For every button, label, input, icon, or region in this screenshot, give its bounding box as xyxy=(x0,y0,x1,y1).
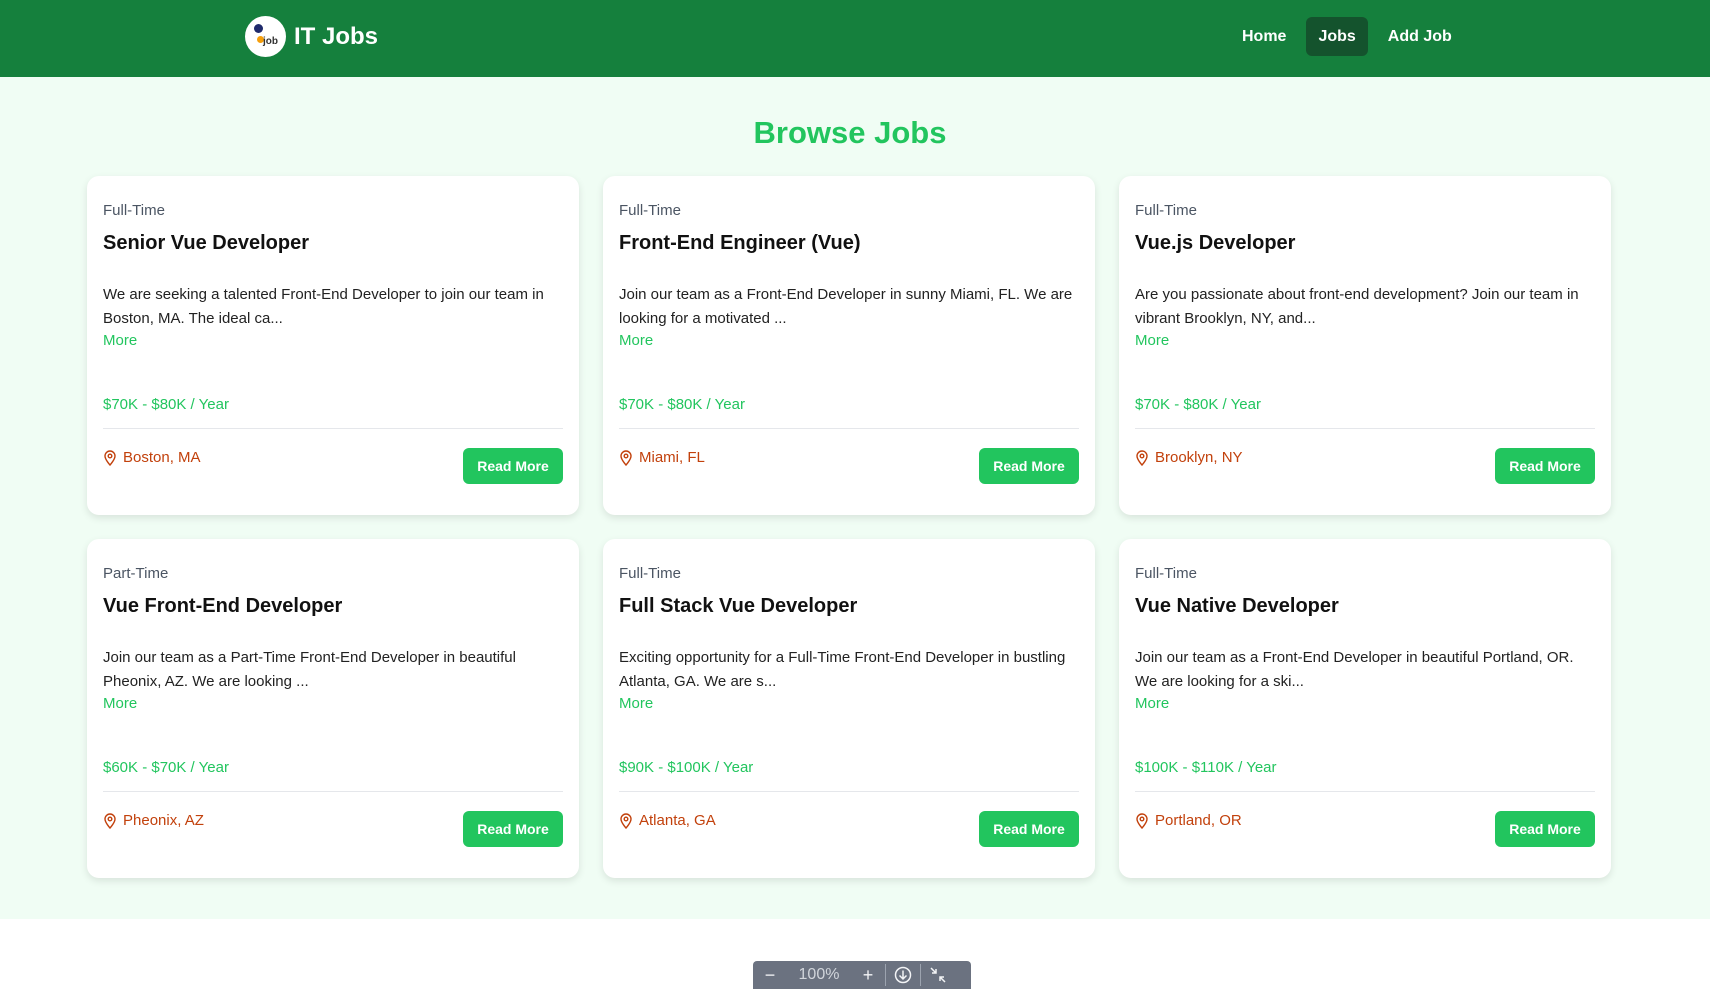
job-type: Full-Time xyxy=(103,202,165,219)
job-location: Pheonix, AZ xyxy=(103,812,204,829)
job-salary: $70K - $80K / Year xyxy=(619,396,745,413)
nav-add-job[interactable]: Add Job xyxy=(1376,17,1464,56)
location-label: Pheonix, AZ xyxy=(123,812,204,829)
divider xyxy=(103,791,563,792)
job-description: Join our team as a Front-End Developer i… xyxy=(619,286,1073,327)
collapse-icon xyxy=(930,967,946,983)
job-card: Full-Time Vue Native Developer Join our te… xyxy=(1119,539,1611,878)
divider xyxy=(1135,428,1595,429)
map-pin-icon xyxy=(1136,449,1148,466)
job-salary: $70K - $80K / Year xyxy=(1135,396,1261,413)
read-more-button[interactable]: Read More xyxy=(463,811,563,847)
more-link[interactable]: More xyxy=(619,695,653,712)
job-card: Full-Time Full Stack Vue Developer Excitin… xyxy=(603,539,1095,878)
job-description: We are seeking a talented Front-End Deve… xyxy=(103,286,544,327)
read-more-button[interactable]: Read More xyxy=(979,448,1079,484)
map-pin-icon xyxy=(1136,812,1148,829)
job-location: Portland, OR xyxy=(1135,812,1242,829)
location-label: Portland, OR xyxy=(1155,812,1242,829)
job-location: Atlanta, GA xyxy=(619,812,716,829)
more-link[interactable]: More xyxy=(103,695,137,712)
divider xyxy=(619,791,1079,792)
job-location: Brooklyn, NY xyxy=(1135,449,1243,466)
job-description: Exciting opportunity for a Full-Time Fro… xyxy=(619,649,1066,690)
main-section: Browse Jobs Full-Time Senior Vue Develope… xyxy=(0,77,1710,919)
job-title: Vue Native Developer xyxy=(1135,595,1339,617)
navbar: job IT Jobs Home Jobs Add Job xyxy=(0,0,1710,77)
map-pin-icon xyxy=(620,812,632,829)
fit-button[interactable] xyxy=(921,961,955,989)
zoom-in-button[interactable]: + xyxy=(851,961,885,989)
job-location: Miami, FL xyxy=(619,449,705,466)
download-icon xyxy=(894,966,912,984)
job-card: Full-Time Front-End Engineer (Vue) Join ou… xyxy=(603,176,1095,515)
location-label: Boston, MA xyxy=(123,449,201,466)
divider xyxy=(1135,791,1595,792)
job-description: Join our team as a Part-Time Front-End D… xyxy=(103,649,516,690)
job-description: Join our team as a Front-End Developer i… xyxy=(1135,649,1574,690)
logo-icon: job xyxy=(245,16,286,57)
job-salary: $100K - $110K / Year xyxy=(1135,759,1277,776)
job-type: Full-Time xyxy=(1135,565,1197,582)
zoom-toolbar: − 100% + xyxy=(753,961,971,989)
more-link[interactable]: More xyxy=(103,332,137,349)
job-salary: $70K - $80K / Year xyxy=(103,396,229,413)
job-location: Boston, MA xyxy=(103,449,201,466)
job-salary: $60K - $70K / Year xyxy=(103,759,229,776)
read-more-button[interactable]: Read More xyxy=(979,811,1079,847)
more-link[interactable]: More xyxy=(1135,695,1169,712)
nav-jobs[interactable]: Jobs xyxy=(1306,17,1368,56)
job-card: Part-Time Vue Front-End Developer Join our… xyxy=(87,539,579,878)
nav-links: Home Jobs Add Job xyxy=(1230,17,1472,56)
read-more-button[interactable]: Read More xyxy=(1495,448,1595,484)
job-type: Part-Time xyxy=(103,565,169,582)
job-title: Full Stack Vue Developer xyxy=(619,595,858,617)
location-label: Miami, FL xyxy=(639,449,705,466)
location-label: Brooklyn, NY xyxy=(1155,449,1243,466)
map-pin-icon xyxy=(620,449,632,466)
location-label: Atlanta, GA xyxy=(639,812,716,829)
divider xyxy=(103,428,563,429)
more-link[interactable]: More xyxy=(619,332,653,349)
job-type: Full-Time xyxy=(619,202,681,219)
nav-home[interactable]: Home xyxy=(1230,17,1298,56)
read-more-button[interactable]: Read More xyxy=(463,448,563,484)
download-button[interactable] xyxy=(886,961,920,989)
job-title: Front-End Engineer (Vue) xyxy=(619,232,861,254)
job-type: Full-Time xyxy=(1135,202,1197,219)
read-more-button[interactable]: Read More xyxy=(1495,811,1595,847)
zoom-level: 100% xyxy=(798,966,840,983)
job-title: Vue Front-End Developer xyxy=(103,595,343,617)
job-title: Vue.js Developer xyxy=(1135,232,1296,254)
brand-title: IT Jobs xyxy=(294,22,379,50)
job-card: Full-Time Senior Vue Developer We are seek… xyxy=(87,176,579,515)
job-type: Full-Time xyxy=(619,565,681,582)
job-salary: $90K - $100K / Year xyxy=(619,759,754,776)
divider xyxy=(619,428,1079,429)
zoom-out-button[interactable]: − xyxy=(753,961,787,989)
job-card: Full-Time Vue.js Developer Are you passion… xyxy=(1119,176,1611,515)
page-title: Browse Jobs xyxy=(753,115,947,150)
map-pin-icon xyxy=(104,812,116,829)
map-pin-icon xyxy=(104,449,116,466)
job-title: Senior Vue Developer xyxy=(103,232,309,254)
brand[interactable]: job IT Jobs xyxy=(245,16,378,57)
job-description: Are you passionate about front-end devel… xyxy=(1135,286,1579,327)
more-link[interactable]: More xyxy=(1135,332,1169,349)
